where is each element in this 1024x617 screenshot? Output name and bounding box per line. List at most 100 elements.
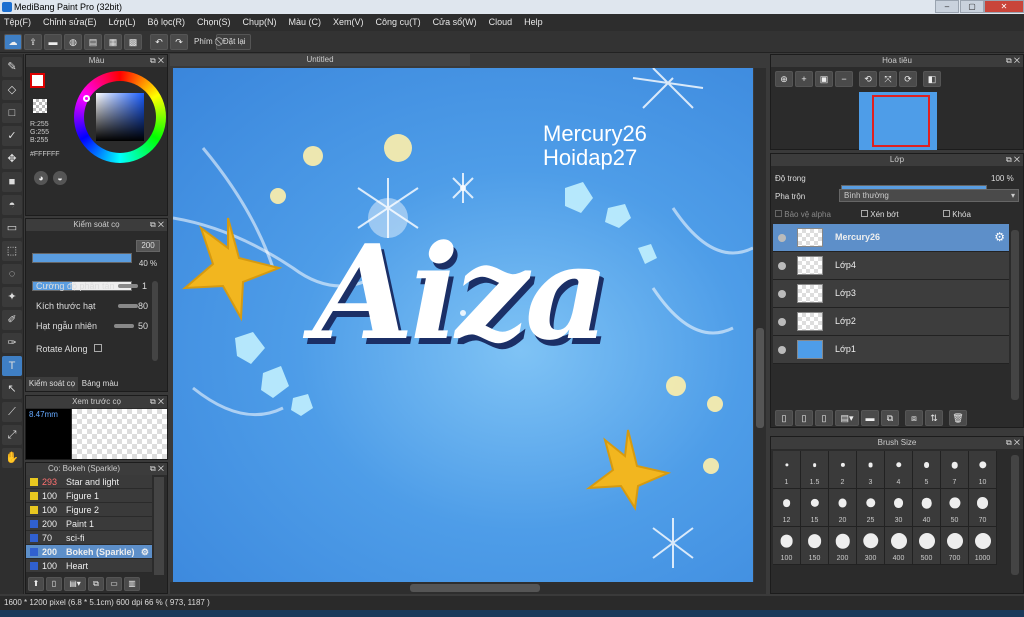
menu-window[interactable]: Cửa sổ(W): [433, 14, 477, 31]
eye-icon[interactable]: [778, 262, 786, 270]
vertical-scrollbar[interactable]: [754, 68, 766, 582]
layer-row[interactable]: Lớp3: [773, 280, 1009, 308]
menu-filter[interactable]: Bộ lọc(R): [147, 14, 185, 31]
brush-size-cell[interactable]: 20: [829, 489, 857, 527]
param-slider[interactable]: [118, 284, 138, 288]
horizontal-scrollbar[interactable]: [170, 582, 766, 594]
chat-icon[interactable]: ◍: [64, 33, 82, 50]
brush-list-item[interactable]: 100 Figure 1: [26, 489, 152, 503]
undo-icon[interactable]: ↶: [150, 33, 168, 50]
menu-capture[interactable]: Chụp(N): [243, 14, 277, 31]
menu-select[interactable]: Chọn(S): [197, 14, 231, 31]
brush-size-cell[interactable]: 12: [773, 489, 801, 527]
operation-icon[interactable]: ↖: [2, 379, 22, 399]
layer-row[interactable]: Lớp1: [773, 336, 1009, 364]
brush-size-cell[interactable]: 700: [941, 527, 969, 565]
param-slider[interactable]: [114, 324, 134, 328]
panel-close-icon[interactable]: ⧉ ✕: [1006, 437, 1020, 449]
layer-folder-icon[interactable]: ▬: [861, 410, 879, 426]
menu-help[interactable]: Help: [524, 14, 543, 31]
zoom-icon[interactable]: ⊕: [775, 71, 793, 87]
layer-row[interactable]: Lớp2: [773, 308, 1009, 336]
eye-icon[interactable]: [778, 346, 786, 354]
brush-size-cell[interactable]: 50: [941, 489, 969, 527]
brush-list-item[interactable]: 100 Heart: [26, 559, 152, 573]
brush-size-cell[interactable]: 2: [829, 451, 857, 489]
brush-size-cell[interactable]: 10: [969, 451, 997, 489]
select-eraser-icon[interactable]: ✑: [2, 333, 22, 353]
panel-close-icon[interactable]: ⧉ ✕: [1006, 55, 1020, 67]
layer-row[interactable]: Mercury26 ⚙: [773, 224, 1009, 252]
brush-check-icon[interactable]: ✓: [2, 126, 22, 146]
delete-brush-icon[interactable]: ▥: [124, 577, 140, 591]
protect-alpha-option[interactable]: Bảo vệ alpha: [775, 210, 831, 219]
hue-marker[interactable]: [83, 95, 90, 102]
lock-checkbox[interactable]: [943, 210, 950, 217]
document-icon[interactable]: ▤: [84, 33, 102, 50]
tab-color-palette[interactable]: Bảng màu: [80, 377, 120, 391]
blend-mode-select[interactable]: Bình thường ▾: [839, 189, 1019, 202]
brush-size-cell[interactable]: 15: [801, 489, 829, 527]
marquee-icon[interactable]: ⬚: [2, 241, 22, 261]
brush-list-item[interactable]: 70 sci-fi: [26, 531, 152, 545]
new-layer-icon[interactable]: ▯: [775, 410, 793, 426]
eye-icon[interactable]: [778, 290, 786, 298]
brush-size-cell[interactable]: 1000: [969, 527, 997, 565]
brush-size-cell[interactable]: 300: [857, 527, 885, 565]
reset-view-icon[interactable]: ⤧: [879, 71, 897, 87]
cloud-icon[interactable]: ☁: [4, 33, 22, 50]
text-tool-icon[interactable]: T: [2, 356, 22, 376]
menu-cloud[interactable]: Cloud: [489, 14, 513, 31]
brush-size-cell[interactable]: 400: [885, 527, 913, 565]
zoom-in-icon[interactable]: +: [795, 71, 813, 87]
brush-size-cell[interactable]: 500: [913, 527, 941, 565]
brush-list-scrollbar[interactable]: [154, 477, 164, 575]
canvas-tab[interactable]: Untitled: [170, 54, 470, 66]
panel-close-icon[interactable]: ⧉ ✕: [150, 55, 164, 67]
brush-size-cell[interactable]: 150: [801, 527, 829, 565]
menu-layer[interactable]: Lớp(L): [109, 14, 136, 31]
layer-list-scrollbar[interactable]: [1011, 230, 1019, 400]
share-icon[interactable]: ⇪: [24, 33, 42, 50]
viewport-rect[interactable]: [872, 95, 930, 147]
brush-size-cell[interactable]: 25: [857, 489, 885, 527]
brush-size-cell[interactable]: 4: [885, 451, 913, 489]
select-pen-icon[interactable]: ✐: [2, 310, 22, 330]
clip-checkbox[interactable]: [861, 210, 868, 217]
fit-icon[interactable]: ▣: [815, 71, 833, 87]
eyedropper-icon[interactable]: ⤢: [2, 425, 22, 445]
protect-alpha-checkbox[interactable]: [775, 210, 782, 217]
panel-close-icon[interactable]: ⧉ ✕: [150, 396, 164, 408]
select-rect-icon[interactable]: □: [2, 103, 22, 123]
menu-edit[interactable]: Chỉnh sửa(E): [43, 14, 97, 31]
bucket-icon[interactable]: ◓: [2, 195, 22, 215]
rotate-left-icon[interactable]: ⟲: [859, 71, 877, 87]
eraser-icon[interactable]: ◇: [2, 80, 22, 100]
brush-list-item[interactable]: 293 Star and light: [26, 475, 152, 489]
navigator-thumbnail[interactable]: [859, 92, 937, 150]
panel-close-icon[interactable]: ⧉ ✕: [1006, 154, 1020, 166]
artwork-canvas[interactable]: Mercury26 Hoidap27 Aiza: [173, 68, 753, 582]
foreground-swatch[interactable]: [30, 73, 45, 88]
brush-size-scrollbar[interactable]: [1011, 455, 1019, 575]
horizontal-scroll-thumb[interactable]: [410, 584, 540, 592]
panel-icon[interactable]: ▦: [104, 33, 122, 50]
clip-option[interactable]: Xén bớt: [861, 210, 899, 219]
reset-button[interactable]: ⃠ Đặt lại: [215, 33, 251, 50]
folder-icon[interactable]: ▭: [106, 577, 122, 591]
menu-view[interactable]: Xem(V): [333, 14, 364, 31]
brush-size-cell[interactable]: 3: [857, 451, 885, 489]
brush-size-cell[interactable]: 200: [829, 527, 857, 565]
brush-size-cell[interactable]: 30: [885, 489, 913, 527]
gear-icon[interactable]: ⚙: [141, 545, 149, 559]
hand-icon[interactable]: ✋: [2, 448, 22, 468]
new-brush-icon[interactable]: ▯: [46, 577, 62, 591]
param-slider[interactable]: [118, 304, 138, 308]
brush-size-cell[interactable]: 7: [941, 451, 969, 489]
layer-transfer-icon[interactable]: ⇅: [925, 410, 943, 426]
brush-list-item[interactable]: 200 Paint 1: [26, 517, 152, 531]
lock-option[interactable]: Khóa: [943, 210, 971, 219]
rotate-right-icon[interactable]: ⟳: [899, 71, 917, 87]
close-button[interactable]: ✕: [984, 0, 1024, 13]
brush-menu-icon[interactable]: ▤▾: [64, 577, 86, 591]
